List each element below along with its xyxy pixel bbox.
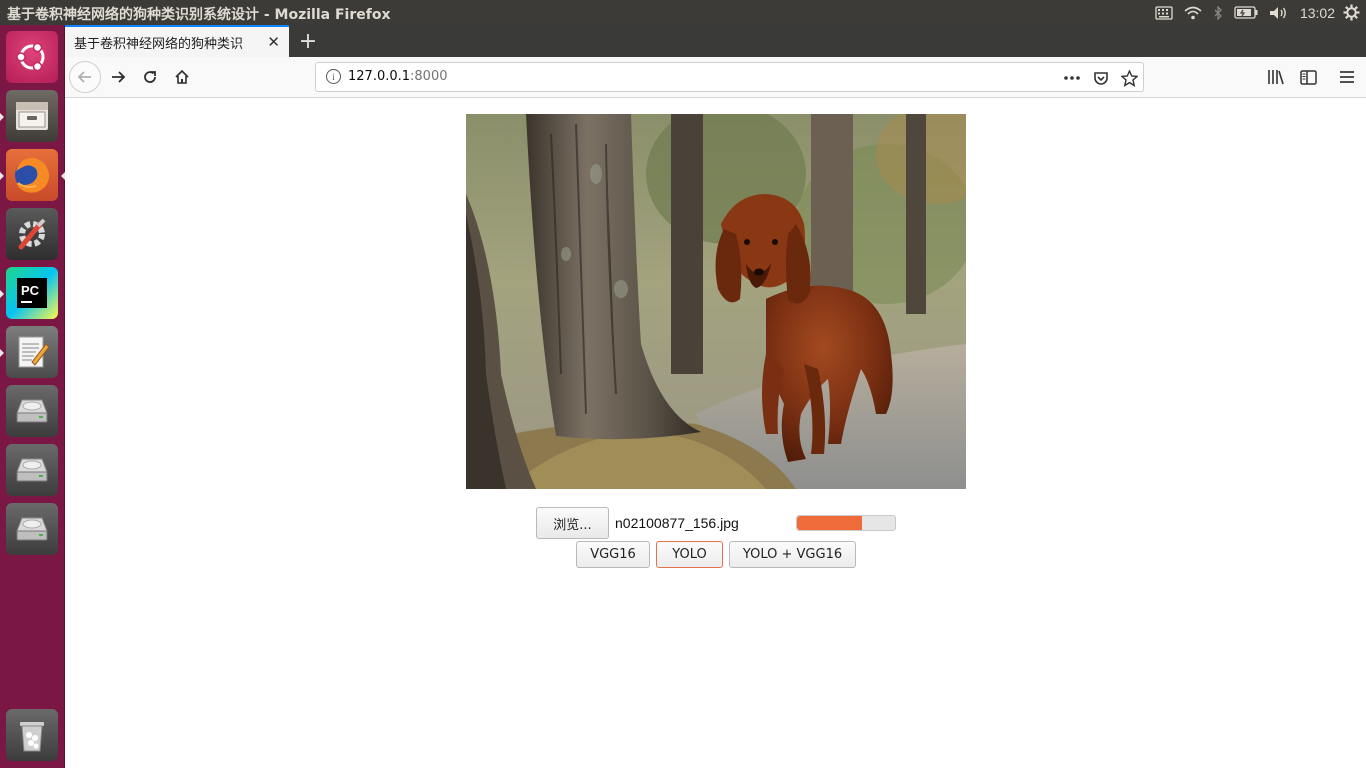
sidebar-toggle-icon[interactable] xyxy=(1297,67,1319,87)
yolo-button[interactable]: YOLO xyxy=(656,541,723,568)
launcher: PC xyxy=(0,25,65,768)
svg-text:PC: PC xyxy=(21,283,40,298)
navigation-toolbar: i 127.0.0.1:8000 xyxy=(65,57,1366,98)
upload-progress-bar xyxy=(796,515,896,531)
page-content: 浏览... n02100877_156.jpg VGG16 YOLO YOLO … xyxy=(65,98,1366,768)
arrow-left-icon xyxy=(77,71,91,83)
selected-file-name: n02100877_156.jpg xyxy=(615,515,739,531)
running-indicator xyxy=(0,290,4,298)
forward-button[interactable] xyxy=(102,61,134,93)
url-bar[interactable]: i 127.0.0.1:8000 xyxy=(315,62,1144,92)
home-icon xyxy=(175,69,189,84)
bluetooth-icon[interactable] xyxy=(1213,0,1223,25)
running-indicator xyxy=(0,113,4,121)
settings-gear-icon[interactable] xyxy=(1343,0,1360,25)
files-icon[interactable] xyxy=(0,90,58,142)
running-indicator xyxy=(0,172,4,180)
tab-active[interactable]: 基于卷积神经网络的狗种类识 ✕ xyxy=(65,25,289,57)
battery-icon[interactable] xyxy=(1234,0,1258,25)
url-port: :8000 xyxy=(410,69,448,84)
arrow-right-icon xyxy=(112,71,126,83)
tab-label: 基于卷积神经网络的狗种类识 xyxy=(74,36,244,52)
running-indicator xyxy=(0,349,4,357)
firefox-icon[interactable] xyxy=(0,149,65,201)
reload-icon xyxy=(144,71,156,83)
window-title: 基于卷积神经网络的狗种类识别系统设计 - Mozilla Firefox xyxy=(7,7,391,23)
pycharm-icon[interactable]: PC xyxy=(0,267,58,319)
wifi-icon[interactable] xyxy=(1184,0,1202,25)
bookmark-star-icon[interactable] xyxy=(1119,68,1139,88)
hamburger-menu-icon[interactable] xyxy=(1336,67,1358,87)
yolo-vgg16-button[interactable]: YOLO + VGG16 xyxy=(729,541,856,568)
new-tab-button[interactable]: + xyxy=(295,28,321,54)
browse-button[interactable]: 浏览... xyxy=(536,507,609,539)
tab-bar: 基于卷积神经网络的狗种类识 ✕ + xyxy=(65,25,1366,57)
volume-icon[interactable] xyxy=(1269,0,1289,25)
url-text[interactable]: 127.0.0.1:8000 xyxy=(348,69,448,84)
library-icon[interactable] xyxy=(1265,67,1287,87)
vgg16-button[interactable]: VGG16 xyxy=(576,541,650,568)
pocket-icon[interactable] xyxy=(1091,68,1111,88)
clock[interactable]: 13:02 xyxy=(1300,0,1335,25)
system-top-bar: 基于卷积神经网络的狗种类识别系统设计 - Mozilla Firefox 13:… xyxy=(0,0,1366,25)
uploaded-dog-image xyxy=(466,114,966,489)
drive-icon[interactable] xyxy=(6,385,58,437)
page-actions-icon[interactable] xyxy=(1062,68,1082,88)
ubuntu-dash-icon[interactable] xyxy=(6,31,58,83)
file-upload-row: 浏览... n02100877_156.jpg xyxy=(536,507,956,539)
back-button[interactable] xyxy=(69,61,101,93)
trash-icon[interactable] xyxy=(6,709,58,761)
upload-progress-fill xyxy=(797,516,862,530)
site-info-icon[interactable]: i xyxy=(326,69,341,84)
drive-icon[interactable] xyxy=(6,503,58,555)
keyboard-icon[interactable] xyxy=(1155,0,1173,25)
url-host: 127.0.0.1 xyxy=(348,69,411,84)
home-button[interactable] xyxy=(166,61,198,93)
system-tray: 13:02 xyxy=(1155,0,1366,25)
close-tab-icon[interactable]: ✕ xyxy=(267,33,280,51)
drive-icon[interactable] xyxy=(6,444,58,496)
reload-button[interactable] xyxy=(134,61,166,93)
text-editor-icon[interactable] xyxy=(0,326,58,378)
system-settings-icon[interactable] xyxy=(6,208,58,260)
